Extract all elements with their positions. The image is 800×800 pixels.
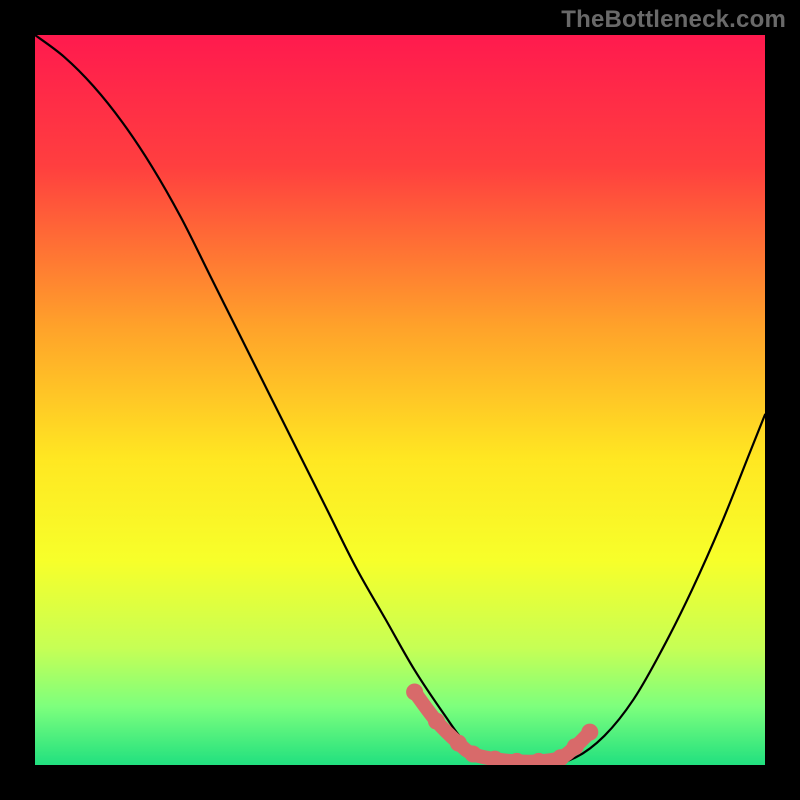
highlight-dot [450, 735, 467, 752]
highlight-dot [567, 738, 584, 755]
highlight-dot [581, 724, 598, 741]
highlight-dot [465, 746, 482, 763]
plot-area [35, 35, 765, 765]
gradient-background [35, 35, 765, 765]
highlight-dot [428, 713, 445, 730]
chart-svg [35, 35, 765, 765]
watermark-text: TheBottleneck.com [561, 6, 786, 34]
chart-frame: TheBottleneck.com [0, 0, 800, 800]
highlight-dot [406, 684, 423, 701]
